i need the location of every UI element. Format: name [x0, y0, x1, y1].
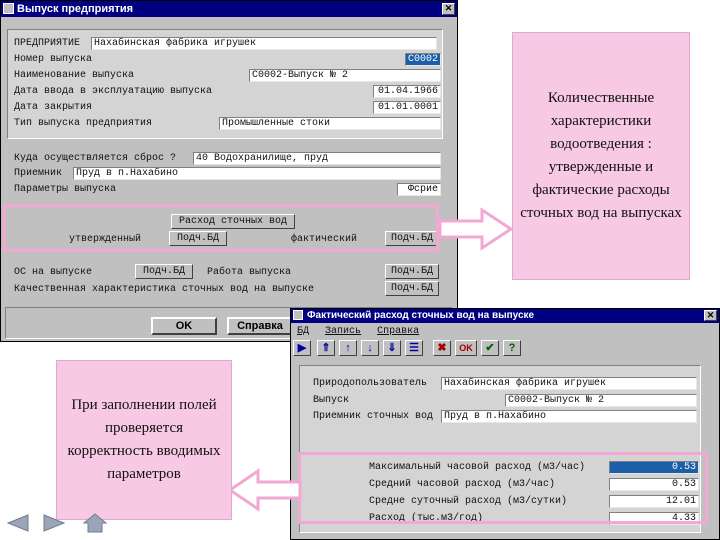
up-icon[interactable]: ↑ — [339, 340, 357, 356]
user-field[interactable]: Нахабинская фабрика игрушек — [441, 377, 697, 390]
params-label: Параметры выпуска — [14, 184, 117, 195]
work-button[interactable]: Подч.БД — [385, 264, 439, 279]
outlet-name-field[interactable]: C0002-Выпуск № 2 — [249, 69, 441, 82]
arrow-left-icon — [228, 468, 302, 512]
receiver-label: Приемник — [14, 168, 63, 179]
outlet-type-label: Тип выпуска предприятия — [14, 118, 153, 129]
discharge-field[interactable]: 40 Водохранилище, пруд — [193, 152, 441, 165]
left-callout-text: При заполнении полей проверяется коррект… — [67, 397, 221, 482]
enterprise-field[interactable]: Нахабинская фабрика игрушек — [91, 37, 437, 50]
home-icon[interactable] — [82, 512, 108, 534]
enterprise-outlet-window: Выпуск предприятия ✕ ПРЕДПРИЯТИЕ Нахабин… — [0, 0, 458, 342]
outlet-field[interactable]: C0002-Выпуск № 2 — [505, 394, 697, 407]
work-label: Работа выпуска — [207, 267, 292, 278]
discharge-label: Куда осуществляется сброс ? — [14, 153, 177, 164]
window-icon[interactable] — [293, 310, 303, 320]
quality-label: Качественная характеристика сточных вод … — [14, 284, 315, 295]
outlet-number-field[interactable]: C0002 — [405, 53, 441, 66]
menu-bar: БД Запись Справка — [297, 326, 429, 337]
right-callout-text: Количественные характеристики водоотведе… — [520, 90, 682, 221]
close-icon[interactable]: ✕ — [442, 3, 455, 15]
down-icon[interactable]: ↓ — [361, 340, 379, 356]
window-icon[interactable] — [3, 3, 14, 14]
commission-date-field[interactable]: 01.04.1966 — [373, 85, 441, 98]
outlet-label: Выпуск — [313, 395, 350, 406]
next-icon[interactable]: ▶ — [293, 340, 311, 356]
params-field[interactable]: Фсрие — [397, 183, 441, 196]
toolbar: ▶ ⇑ ↑ ↓ ⇓ ☰ ✖ OK ✔ ? — [293, 340, 521, 356]
outlet-type-field[interactable]: Промышленные стоки — [219, 117, 441, 130]
menu-item-db[interactable]: БД — [297, 326, 309, 337]
slide-nav — [6, 512, 110, 534]
receiver-field[interactable]: Пруд в п.Нахабино — [73, 167, 441, 180]
next-slide-icon[interactable] — [42, 513, 66, 533]
right-callout: Количественные характеристики водоотведе… — [512, 32, 690, 280]
enterprise-label: ПРЕДПРИЯТИЕ — [14, 38, 81, 49]
window-titlebar[interactable]: Выпуск предприятия ✕ — [1, 1, 457, 17]
os-label: ОС на выпуске — [14, 267, 93, 278]
outlet-number-label: Номер выпуска — [14, 54, 93, 65]
quality-button[interactable]: Подч.БД — [385, 281, 439, 296]
values-highlight-frame — [298, 452, 708, 524]
close-icon[interactable]: ✕ — [704, 310, 717, 321]
commission-date-label: Дата ввода в эксплуатацию выпуска — [14, 86, 213, 97]
user-label: Природопользователь — [313, 378, 428, 389]
arrow-right-icon — [438, 207, 514, 251]
left-callout: При заполнении полей проверяется коррект… — [56, 360, 232, 520]
window-title: Выпуск предприятия — [17, 3, 134, 15]
os-button[interactable]: Подч.БД — [135, 264, 193, 279]
ok-button[interactable]: OK — [151, 317, 217, 335]
outlet-name-label: Наименование выпуска — [14, 70, 135, 81]
window-titlebar[interactable]: Фактический расход сточных вод на выпуск… — [291, 309, 719, 323]
menu-item-help[interactable]: Справка — [377, 326, 419, 337]
closed-date-label: Дата закрытия — [14, 102, 93, 113]
wastewater-receiver-label: Приемник сточных вод — [313, 411, 434, 422]
check-icon[interactable]: ✔ — [481, 340, 499, 356]
help-icon[interactable]: ? — [503, 340, 521, 356]
prev-slide-icon[interactable] — [6, 513, 30, 533]
flow-highlight-frame — [3, 204, 439, 252]
help-button[interactable]: Справка — [227, 317, 293, 335]
closed-date-field[interactable]: 01.01.0001 — [373, 101, 441, 114]
delete-icon[interactable]: ✖ — [433, 340, 451, 356]
menu-item-record[interactable]: Запись — [325, 326, 361, 337]
first-icon[interactable]: ⇑ — [317, 340, 335, 356]
wastewater-receiver-field[interactable]: Пруд в п.Нахабино — [441, 410, 697, 423]
filter-icon[interactable]: ☰ — [405, 340, 423, 356]
window-title: Фактический расход сточных вод на выпуск… — [307, 310, 535, 321]
ok-icon[interactable]: OK — [455, 340, 477, 356]
last-icon[interactable]: ⇓ — [383, 340, 401, 356]
